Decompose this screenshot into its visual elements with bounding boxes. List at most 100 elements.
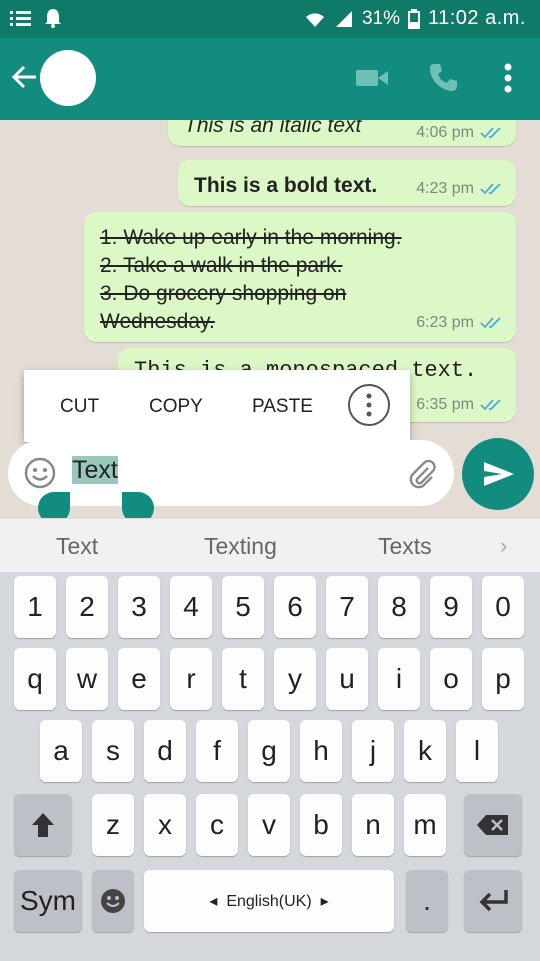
more-vert-icon[interactable]	[498, 62, 518, 94]
key[interactable]: u	[326, 648, 368, 710]
signal-icon	[335, 10, 352, 27]
double-check-icon	[480, 399, 501, 411]
phone-icon[interactable]	[428, 62, 458, 92]
message-time: 4:06 pm	[416, 124, 474, 141]
notification-list-icon	[10, 11, 31, 26]
more-vert-icon	[366, 393, 372, 417]
message-text: This is a bold text.	[194, 174, 378, 197]
key[interactable]: e	[118, 648, 160, 710]
enter-icon	[479, 890, 508, 912]
key[interactable]: a	[40, 720, 82, 782]
message-time: 6:35 pm	[416, 396, 474, 413]
battery-percent: 31%	[361, 7, 400, 29]
video-call-icon[interactable]	[355, 64, 389, 92]
message-bubble[interactable]: This is a bold text. 4:23 pm	[178, 160, 516, 206]
key[interactable]: j	[352, 720, 394, 782]
message-meta: 4:06 pm	[416, 124, 504, 142]
status-bar: 31% 11:02 a.m.	[0, 0, 540, 38]
suggestion-item[interactable]: Texting	[204, 533, 277, 560]
message-bubble[interactable]: 1. Wake up early in the morning. 2. Take…	[84, 212, 516, 342]
key[interactable]: m	[404, 794, 446, 856]
key[interactable]: d	[144, 720, 186, 782]
word-suggestions: Text Texting Texts ›	[0, 518, 540, 573]
message-line: Wednesday.	[100, 310, 215, 333]
key[interactable]: 7	[326, 576, 368, 638]
emoji-key[interactable]	[92, 870, 134, 932]
key[interactable]: y	[274, 648, 316, 710]
suggestion-item[interactable]: Text	[56, 533, 98, 560]
key[interactable]: h	[300, 720, 342, 782]
avatar[interactable]	[40, 50, 96, 106]
language-label: ◂ English(UK) ▸	[209, 893, 329, 910]
selected-text: Text	[72, 456, 118, 484]
enter-key[interactable]	[464, 870, 522, 932]
double-check-icon	[480, 127, 501, 139]
message-text: This is an italic text	[184, 120, 362, 137]
paperclip-icon[interactable]	[406, 458, 438, 490]
paste-button[interactable]: PASTE	[252, 396, 313, 418]
key[interactable]: 0	[482, 576, 524, 638]
text-selection-menu: CUT COPY PASTE	[24, 370, 410, 442]
language-name: English(UK)	[226, 893, 312, 910]
key[interactable]: c	[196, 794, 238, 856]
message-input[interactable]: Text	[72, 456, 118, 485]
copy-button[interactable]: COPY	[149, 396, 203, 418]
space-key[interactable]: ◂ English(UK) ▸	[144, 870, 394, 932]
message-input-bar: Text	[8, 440, 454, 506]
key[interactable]: i	[378, 648, 420, 710]
wifi-icon	[305, 12, 324, 27]
period-key[interactable]: .	[406, 870, 448, 932]
more-options-button[interactable]	[348, 384, 390, 426]
message-time: 6:23 pm	[416, 314, 474, 331]
key[interactable]: k	[404, 720, 446, 782]
message-line: 2. Take a walk in the park.	[100, 254, 343, 277]
message-text: 1. Wake up early in the morning. 2. Take…	[100, 224, 402, 336]
key[interactable]: z	[92, 794, 134, 856]
key[interactable]: r	[170, 648, 212, 710]
key[interactable]: 2	[66, 576, 108, 638]
chevron-right-icon[interactable]: ›	[500, 533, 507, 559]
message-bubble[interactable]: This is an italic text 4:06 pm	[168, 120, 516, 146]
key[interactable]: f	[196, 720, 238, 782]
key[interactable]: 3	[118, 576, 160, 638]
key[interactable]: q	[14, 648, 56, 710]
message-time: 4:23 pm	[416, 180, 474, 197]
key[interactable]: b	[300, 794, 342, 856]
key[interactable]: 1	[14, 576, 56, 638]
message-meta: 6:23 pm	[416, 314, 504, 332]
message-line: 3. Do grocery shopping on	[100, 282, 347, 305]
key[interactable]: 5	[222, 576, 264, 638]
suggestion-item[interactable]: Texts	[378, 533, 432, 560]
cut-button[interactable]: CUT	[60, 396, 99, 418]
key[interactable]: t	[222, 648, 264, 710]
key[interactable]: 8	[378, 576, 420, 638]
backspace-icon	[477, 815, 508, 835]
key[interactable]: l	[456, 720, 498, 782]
shift-key[interactable]	[14, 794, 72, 856]
key[interactable]: n	[352, 794, 394, 856]
bell-icon	[45, 9, 61, 28]
battery-icon	[407, 8, 420, 29]
key[interactable]: s	[92, 720, 134, 782]
keyboard: 1 2 3 4 5 6 7 8 9 0 q w e r t y u i o p …	[0, 572, 540, 961]
key[interactable]: 9	[430, 576, 472, 638]
key[interactable]: 6	[274, 576, 316, 638]
send-button[interactable]	[462, 438, 534, 510]
back-arrow-icon[interactable]	[10, 62, 40, 92]
key[interactable]: p	[482, 648, 524, 710]
chat-header	[0, 38, 540, 120]
key[interactable]: o	[430, 648, 472, 710]
clock: 11:02 a.m.	[427, 7, 526, 29]
backspace-key[interactable]	[464, 794, 522, 856]
shift-icon	[32, 813, 54, 837]
message-meta: 6:35 pm	[416, 396, 504, 414]
emoji-icon	[101, 889, 125, 913]
key[interactable]: 4	[170, 576, 212, 638]
sym-key[interactable]: Sym	[14, 870, 82, 932]
key[interactable]: v	[248, 794, 290, 856]
message-meta: 4:23 pm	[416, 180, 504, 198]
key[interactable]: x	[144, 794, 186, 856]
key[interactable]: g	[248, 720, 290, 782]
key[interactable]: w	[66, 648, 108, 710]
emoji-icon[interactable]	[24, 457, 56, 489]
